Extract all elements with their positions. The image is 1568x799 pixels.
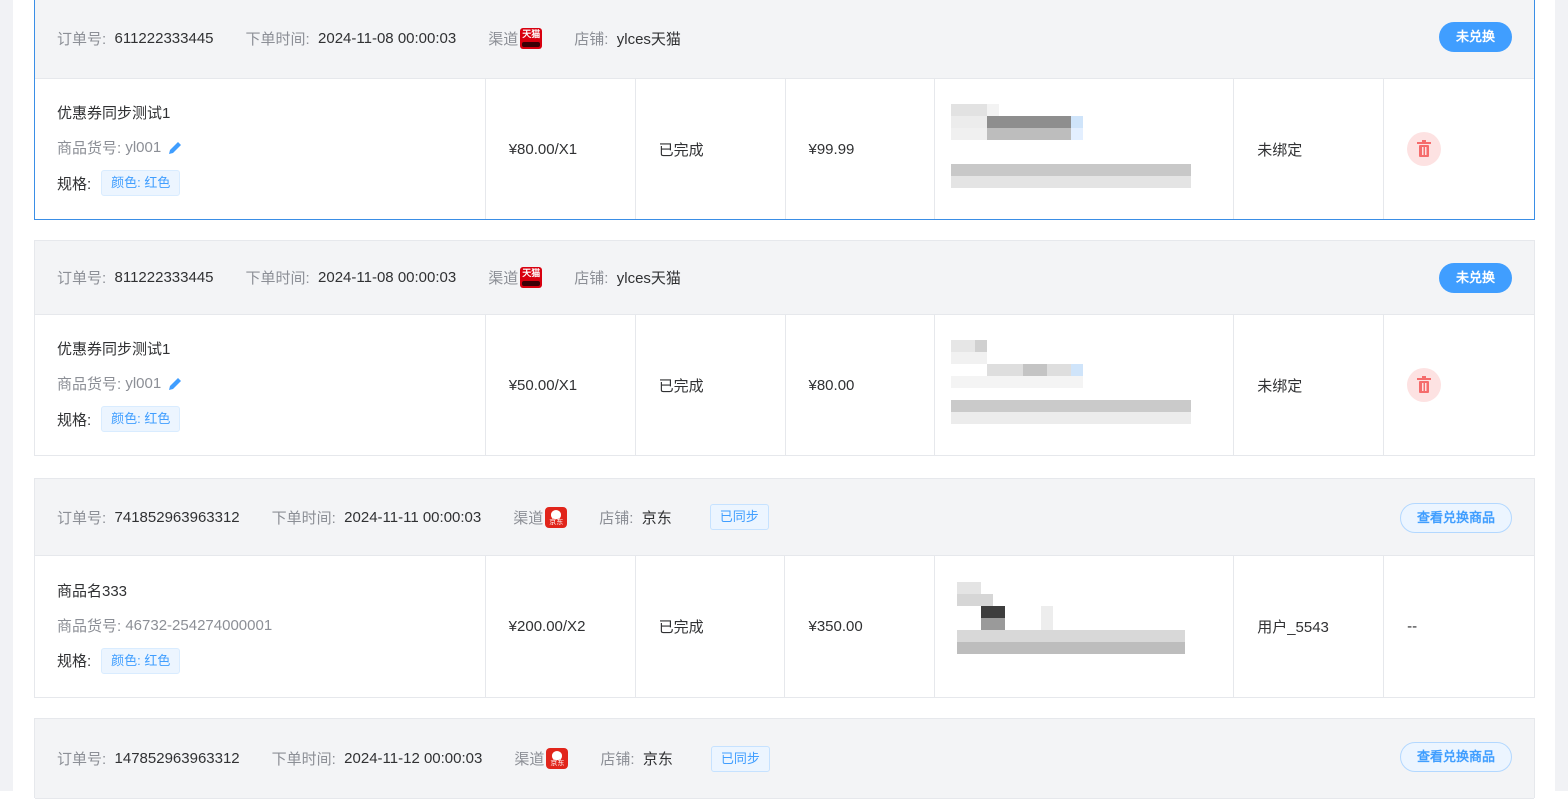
buyer-info-blurred xyxy=(935,315,1235,455)
order-card: 订单号: 611222333445 下单时间: 2024-11-08 00:00… xyxy=(34,0,1535,220)
order-time: 2024-11-12 00:00:03 xyxy=(344,750,483,767)
order-no: 147852963963312 xyxy=(114,750,240,767)
view-redeemed-products-button[interactable]: 查看兑换商品 xyxy=(1399,503,1512,533)
order-no: 811222333445 xyxy=(114,269,214,286)
trash-icon[interactable] xyxy=(1407,132,1442,166)
order-status: 已完成 xyxy=(636,556,786,697)
buyer-info-blurred xyxy=(935,556,1235,697)
order-header: 订单号: 811222333445 下单时间: 2024-11-08 00:00… xyxy=(35,241,1534,315)
spec-tag: 颜色: 红色 xyxy=(101,406,181,432)
product-name: 优惠券同步测试1 xyxy=(57,341,171,358)
order-no-label: 订单号: xyxy=(57,31,107,48)
spec-row: 规格: 颜色: 红色 xyxy=(57,170,181,196)
left-gutter xyxy=(0,0,13,791)
pixelated-image xyxy=(957,581,1197,672)
redeem-status-button[interactable]: 未兑换 xyxy=(1438,263,1512,293)
order-no: 741852963963312 xyxy=(114,508,240,526)
store-name: 京东 xyxy=(641,509,672,527)
product-sku: 商品货号: yl001 xyxy=(57,373,183,394)
product-sku: 商品货号: yl001 xyxy=(57,137,183,158)
order-status: 已完成 xyxy=(636,79,786,219)
product-cell: 优惠券同步测试1 商品货号: yl001 规格: 颜色: 红色 xyxy=(35,315,486,455)
product-sku: 商品货号: 46732-254274000001 xyxy=(57,616,273,635)
operation-cell xyxy=(1384,315,1534,455)
product-name: 商品名333 xyxy=(57,582,128,600)
edit-pencil-icon[interactable] xyxy=(167,140,183,156)
order-row: 优惠券同步测试1 商品货号: yl001 规格: 颜色: 红色 ¥50.00/X1… xyxy=(35,315,1534,455)
sync-status-badge: 已同步 xyxy=(709,504,769,530)
product-name: 优惠券同步测试1 xyxy=(57,105,171,122)
order-card: 订单号: 147852963963312 下单时间: 2024-11-12 00… xyxy=(34,718,1535,799)
jd-icon: 京东 xyxy=(546,748,569,769)
store-name: 京东 xyxy=(642,751,673,768)
spec-row: 规格: 颜色: 红色 xyxy=(57,406,181,432)
paid-amount: ¥80.00 xyxy=(786,315,936,455)
pixelated-image xyxy=(951,340,1192,430)
trash-icon[interactable] xyxy=(1407,368,1442,402)
order-time-label: 下单时间: xyxy=(245,31,310,48)
order-row: 商品名333 商品货号: 46732-254274000001 规格: 颜色: 红… xyxy=(35,556,1534,697)
view-redeemed-products-button[interactable]: 查看兑换商品 xyxy=(1399,742,1512,772)
order-time: 2024-11-08 00:00:03 xyxy=(318,269,457,286)
edit-pencil-icon[interactable] xyxy=(167,376,183,392)
order-time: 2024-11-11 00:00:03 xyxy=(344,508,482,526)
order-status: 已完成 xyxy=(636,315,786,455)
order-header: 订单号: 741852963963312 下单时间: 2024-11-11 00… xyxy=(35,479,1534,556)
order-header: 订单号: 147852963963312 下单时间: 2024-11-12 00… xyxy=(35,719,1534,799)
right-gutter xyxy=(1555,0,1568,791)
bind-user: 用户_5543 xyxy=(1234,556,1385,697)
order-no: 611222333445 xyxy=(114,30,214,47)
redeem-status-button[interactable]: 未兑换 xyxy=(1438,22,1512,52)
spec-row: 规格: 颜色: 红色 xyxy=(57,647,181,674)
paid-amount: ¥350.00 xyxy=(785,556,936,697)
order-card: 订单号: 811222333445 下单时间: 2024-11-08 00:00… xyxy=(34,240,1535,456)
store-name: ylces天猫 xyxy=(616,270,681,287)
pixelated-image xyxy=(951,104,1192,194)
paid-amount: ¥99.99 xyxy=(786,79,936,219)
spec-tag: 颜色: 红色 xyxy=(101,647,181,674)
tmall-icon: 天猫 xyxy=(520,28,543,49)
price-qty: ¥200.00/X2 xyxy=(486,556,636,697)
sync-status-badge: 已同步 xyxy=(710,745,770,772)
order-header: 订单号: 611222333445 下单时间: 2024-11-08 00:00… xyxy=(35,0,1534,79)
store-name: ylces天猫 xyxy=(616,31,681,48)
tmall-icon: 天猫 xyxy=(520,267,543,288)
spec-tag: 颜色: 红色 xyxy=(101,170,181,196)
channel-label: 渠道 xyxy=(488,31,519,48)
product-cell: 优惠券同步测试1 商品货号: yl001 规格: 颜色: 红色 xyxy=(35,79,486,219)
price-qty: ¥50.00/X1 xyxy=(486,315,636,455)
bind-status: 未绑定 xyxy=(1234,315,1385,455)
jd-icon: 京东 xyxy=(545,506,568,528)
store-label: 店铺: xyxy=(574,31,609,48)
order-card: 订单号: 741852963963312 下单时间: 2024-11-11 00… xyxy=(34,478,1535,698)
order-time: 2024-11-08 00:00:03 xyxy=(318,30,457,47)
order-row: 优惠券同步测试1 商品货号: yl001 规格: 颜色: 红色 ¥80.00/X1… xyxy=(35,79,1534,219)
product-cell: 商品名333 商品货号: 46732-254274000001 规格: 颜色: 红… xyxy=(35,556,486,697)
bind-status: 未绑定 xyxy=(1234,79,1385,219)
operation-cell xyxy=(1384,79,1534,219)
operation-empty: -- xyxy=(1407,618,1418,635)
price-qty: ¥80.00/X1 xyxy=(486,79,636,219)
buyer-info-blurred xyxy=(935,79,1235,219)
